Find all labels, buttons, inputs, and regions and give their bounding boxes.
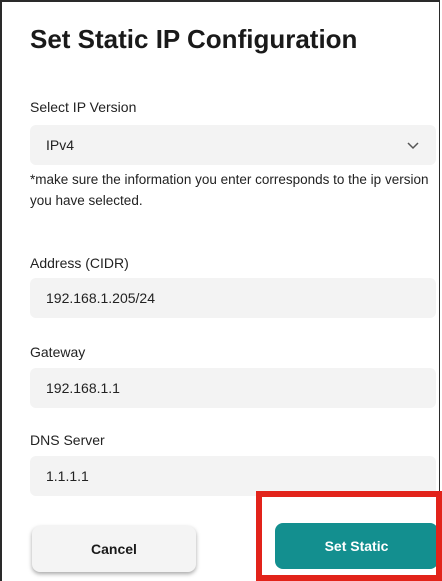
- gateway-label: Gateway: [30, 344, 86, 360]
- dns-value: 1.1.1.1: [46, 468, 89, 484]
- dialog-title: Set Static IP Configuration: [30, 24, 358, 54]
- static-ip-dialog: Set Static IP Configuration Select IP Ve…: [0, 0, 440, 581]
- chevron-down-icon: [407, 142, 419, 150]
- dns-label: DNS Server: [30, 432, 105, 448]
- cancel-button[interactable]: Cancel: [32, 526, 196, 572]
- set-static-button[interactable]: Set Static: [275, 523, 438, 569]
- dns-input[interactable]: 1.1.1.1: [30, 456, 436, 496]
- gateway-value: 192.168.1.1: [46, 380, 120, 396]
- gateway-input[interactable]: 192.168.1.1: [30, 368, 436, 408]
- ip-version-select[interactable]: IPv4: [30, 125, 436, 165]
- address-input[interactable]: 192.168.1.205/24: [30, 278, 436, 318]
- address-value: 192.168.1.205/24: [46, 290, 155, 306]
- ip-version-value: IPv4: [46, 137, 75, 153]
- ip-version-note: *make sure the information you enter cor…: [30, 172, 429, 208]
- ip-version-label: Select IP Version: [30, 99, 137, 115]
- address-label: Address (CIDR): [30, 255, 129, 271]
